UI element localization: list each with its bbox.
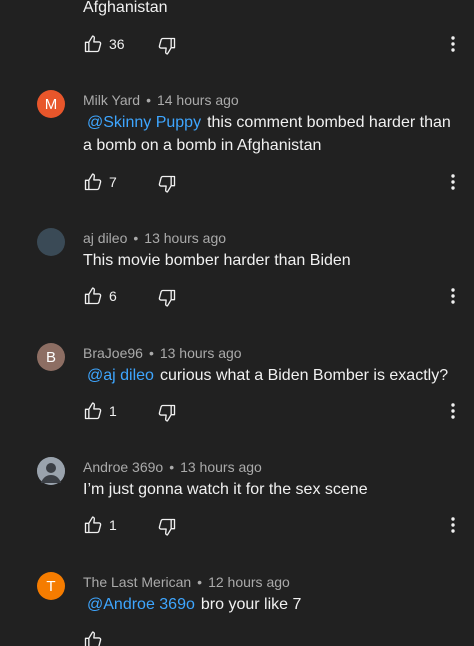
thumb-up-icon [83, 172, 103, 192]
comment-meta: Milk Yard • 14 hours ago [83, 92, 239, 108]
mention-link[interactable]: @aj dileo [87, 367, 154, 384]
comment-text: @aj dileo curious what a Biden Bomber is … [83, 364, 463, 387]
author-name[interactable]: BraJoe96 [83, 345, 143, 361]
comment-time[interactable]: 13 hours ago [180, 459, 262, 475]
author-name[interactable]: The Last Merican [83, 574, 191, 590]
meta-separator: • [146, 92, 151, 108]
thumb-down-icon [157, 517, 177, 537]
mention-link[interactable]: @Androe 369o [87, 596, 195, 613]
thumb-up-icon [83, 34, 103, 54]
comment-actions: 1 [83, 515, 474, 537]
comment-meta: BraJoe96 • 13 hours ago [83, 345, 242, 361]
meta-separator: • [148, 345, 154, 361]
like-count: 36 [109, 36, 125, 52]
thumb-down-icon [157, 403, 177, 423]
thumb-down-icon [157, 288, 177, 308]
dislike-button[interactable] [157, 174, 177, 194]
thumb-up-icon [83, 286, 103, 306]
like-count: 1 [109, 403, 117, 419]
meta-separator: • [169, 459, 175, 475]
dislike-button[interactable] [157, 403, 177, 423]
more-options-button[interactable] [445, 172, 461, 192]
like-button[interactable] [83, 401, 103, 421]
more-vertical-icon [445, 286, 461, 306]
like-button[interactable] [83, 172, 103, 192]
avatar[interactable]: M [37, 90, 65, 118]
dislike-button[interactable] [157, 517, 177, 537]
comment-time[interactable]: 12 hours ago [208, 574, 290, 590]
comment-actions: 36 [83, 34, 474, 56]
comment-text-content: curious what a Biden Bomber is exactly? [159, 367, 449, 384]
more-vertical-icon [445, 515, 461, 535]
more-vertical-icon [445, 401, 461, 421]
comment-time[interactable]: 13 hours ago [144, 230, 226, 246]
mention-link[interactable]: @Skinny Puppy [87, 114, 201, 131]
comment-text: @Androe 369o bro your like 7 [83, 593, 463, 616]
dislike-button[interactable] [157, 36, 177, 56]
thumb-up-icon [83, 401, 103, 421]
comment-text: Afghanistan [83, 0, 168, 16]
author-name[interactable]: Milk Yard [83, 92, 140, 108]
avatar[interactable]: B [37, 343, 65, 371]
comment-time[interactable]: 13 hours ago [160, 345, 242, 361]
like-button[interactable] [83, 34, 103, 54]
meta-separator: • [197, 574, 203, 590]
more-options-button[interactable] [445, 286, 461, 306]
comment-meta: The Last Merican • 12 hours ago [83, 574, 290, 590]
comment-text: This movie bomber harder than Biden [83, 252, 351, 269]
avatar[interactable]: T [37, 572, 65, 600]
comment-thread: Afghanistan 36 M Milk Yard • 14 hours ago … [0, 0, 474, 646]
more-vertical-icon [445, 172, 461, 192]
like-button[interactable] [83, 630, 103, 646]
more-vertical-icon [445, 34, 461, 54]
like-button[interactable] [83, 515, 103, 535]
like-count: 7 [109, 174, 117, 190]
thumb-up-icon [83, 515, 103, 535]
comment-text: @Skinny Puppy this comment bombed harder … [83, 111, 463, 157]
comment-meta: aj dileo • 13 hours ago [83, 230, 226, 246]
author-name[interactable]: Androe 369o [83, 459, 163, 475]
like-count: 1 [109, 517, 117, 533]
thumb-up-icon [83, 630, 103, 646]
avatar[interactable] [37, 457, 65, 485]
thumb-down-icon [157, 36, 177, 56]
comment-actions [83, 630, 474, 646]
comment-text: I’m just gonna watch it for the sex scen… [83, 481, 368, 498]
comment-actions: 6 [83, 286, 474, 308]
like-button[interactable] [83, 286, 103, 306]
more-options-button[interactable] [445, 401, 461, 421]
profile-photo-icon [37, 457, 65, 485]
comment-text-content: bro your like 7 [200, 596, 302, 613]
dislike-button[interactable] [157, 288, 177, 308]
author-name[interactable]: aj dileo [83, 230, 127, 246]
meta-separator: • [133, 230, 139, 246]
comment-actions: 1 [83, 401, 474, 423]
comment-time[interactable]: 14 hours ago [157, 92, 239, 108]
comment-meta: Androe 369o • 13 hours ago [83, 459, 262, 475]
thumb-down-icon [157, 174, 177, 194]
more-options-button[interactable] [445, 515, 461, 535]
more-options-button[interactable] [445, 34, 461, 54]
like-count: 6 [109, 288, 117, 304]
comment-actions: 7 [83, 172, 474, 194]
avatar[interactable] [37, 228, 65, 256]
